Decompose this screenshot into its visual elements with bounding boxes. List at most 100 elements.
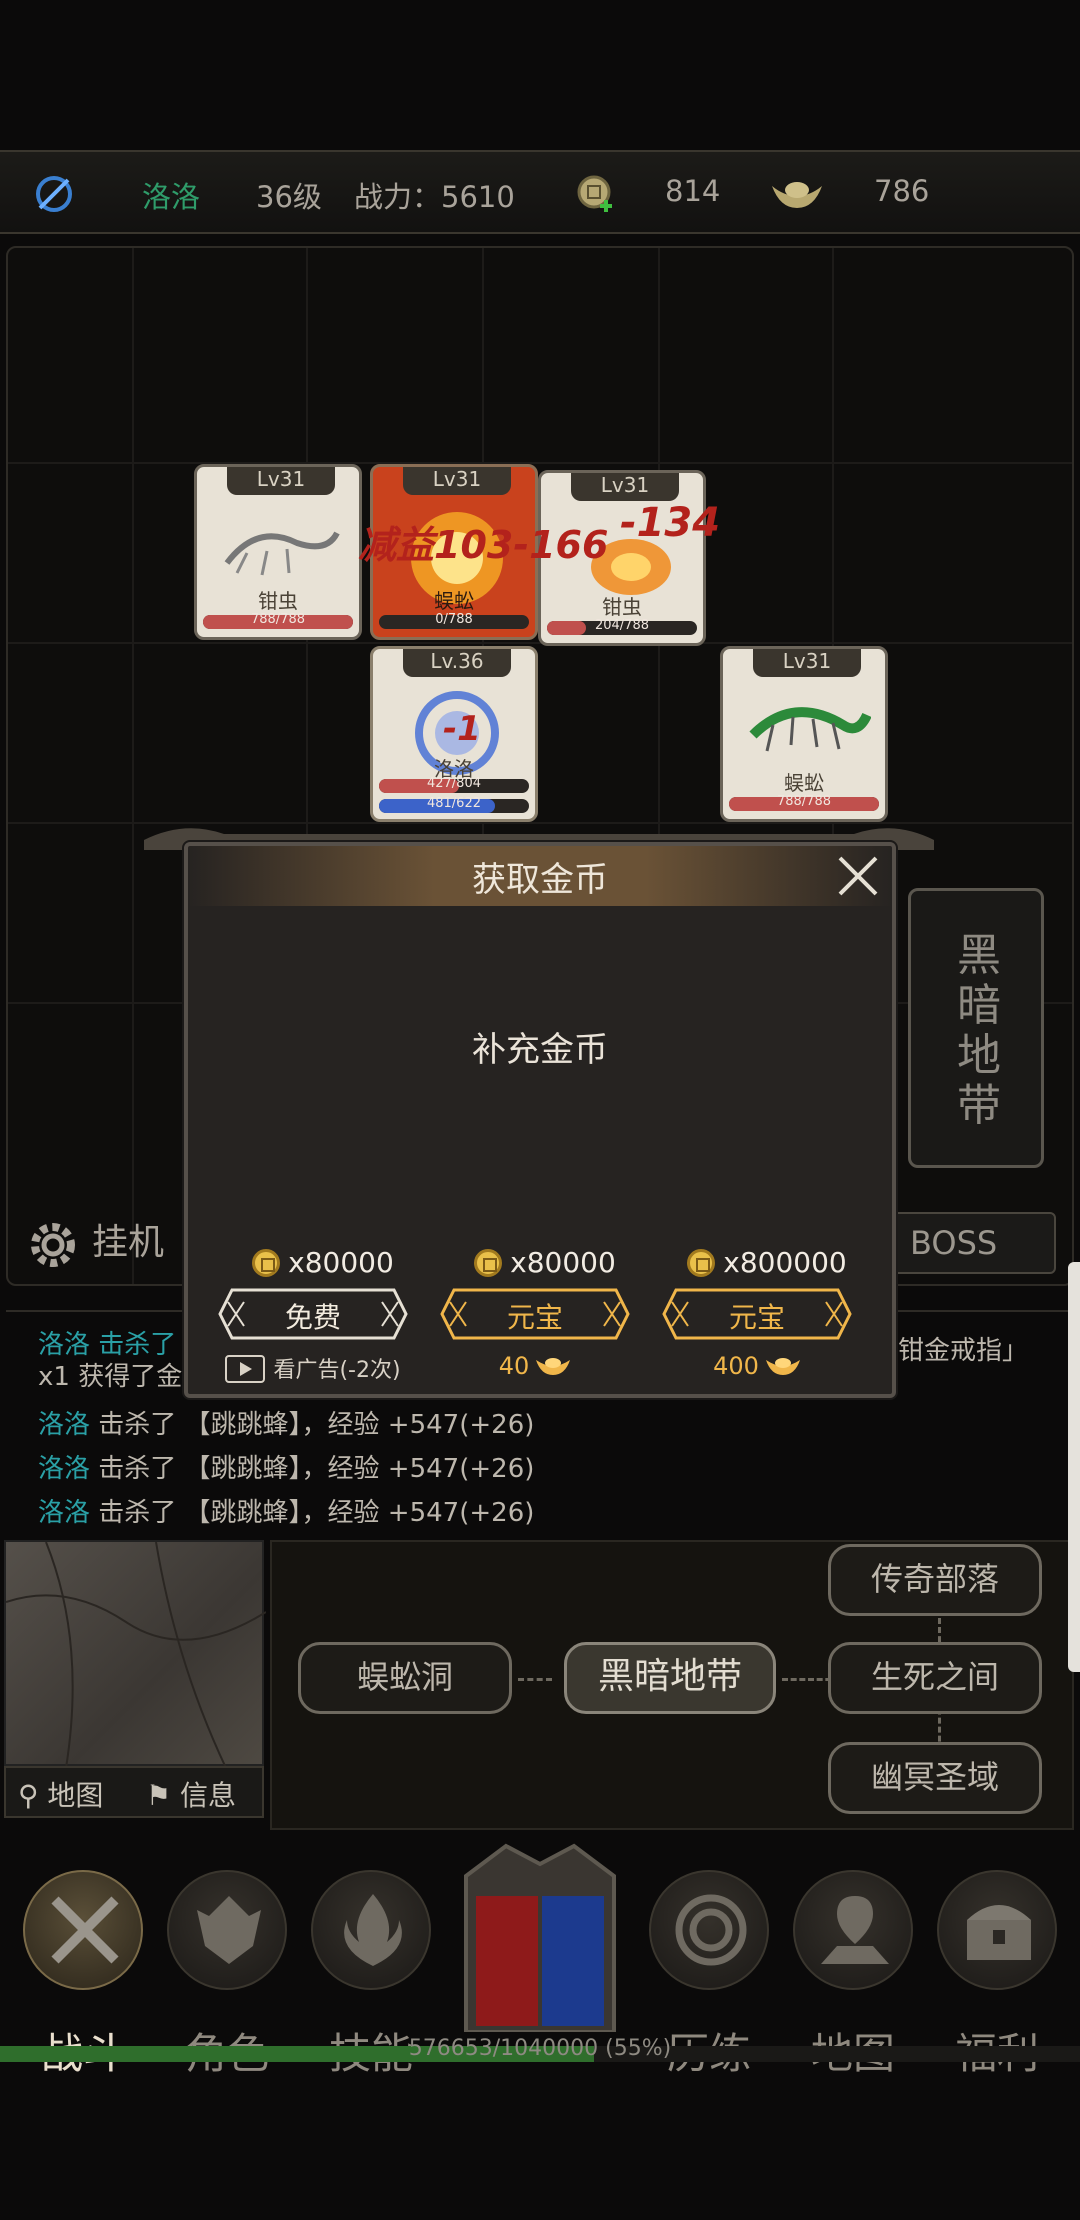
nav-icon-frame (167, 1870, 287, 1990)
top-status-bar: 洛洛 36级 战力：5610 814 786 (0, 150, 1080, 234)
grid-line (8, 462, 1072, 464)
player-card[interactable]: Lv.36 -1 洛洛 427/804 481/622 (370, 646, 538, 822)
video-play-icon (225, 1355, 266, 1383)
card-level: Lv.36 (403, 649, 511, 677)
ingot-purchase-button[interactable]: 元宝 (662, 1288, 852, 1340)
coin-icon (474, 1249, 503, 1277)
price-label: 40 (440, 1352, 630, 1380)
route-map: 蜈蚣洞 黑暗地带 传奇部落 生死之间 幽冥圣域 (270, 1540, 1074, 1830)
tab-info-label: 信息 (180, 1779, 237, 1812)
nav-icon-frame (311, 1870, 431, 1990)
route-node-right-mid[interactable]: 生死之间 (828, 1642, 1042, 1714)
guild-emblem-icon[interactable] (30, 170, 78, 218)
exp-text: 576653/1040000 (55%) (408, 2036, 672, 2061)
route-node-right-bottom[interactable]: 幽冥圣域 (828, 1742, 1042, 1814)
helmet-icon (197, 1896, 261, 1964)
log-text: 击杀了 【跳跳蜂】，经验 +547(+26) (90, 1498, 535, 1528)
gold-offer: x800000 元宝 400 (662, 1246, 872, 1386)
card-level: Lv31 (753, 649, 861, 677)
pincer-bug-icon (224, 531, 340, 576)
faction-emblem-icon[interactable] (446, 1836, 634, 2032)
close-icon[interactable] (836, 854, 880, 898)
log-actor: 洛洛 (38, 1410, 91, 1440)
boss-button[interactable]: BOSS (888, 1212, 1056, 1274)
floating-damage-text: -134 (620, 500, 721, 546)
hp-text: 204/788 (594, 618, 649, 633)
nav-icon-frame (649, 1870, 769, 1990)
area-name: 黑暗地带 (957, 930, 1001, 1131)
auto-battle-label: 挂机 (92, 1222, 165, 1263)
coin-add-icon[interactable] (576, 174, 616, 214)
auto-battle-button[interactable]: 挂机 (20, 1212, 200, 1274)
log-line: 洛洛 击杀了 【跳跳蜂】，经验 +547(+26) (38, 1404, 534, 1441)
offer-amount-value: x80000 (288, 1246, 394, 1279)
hp-text: 0/788 (435, 612, 473, 627)
hp-bar: 788/788 (729, 794, 879, 811)
player-name: 洛洛 (142, 180, 201, 214)
card-name: 钳虫 (258, 589, 298, 613)
route-node-right-top[interactable]: 传奇部落 (828, 1544, 1042, 1616)
tab-info[interactable]: ⚑ 信息 (146, 1774, 236, 1814)
hp-bar: 0/788 (379, 612, 529, 629)
map-pin-icon (821, 1896, 889, 1964)
side-drawer-handle[interactable] (1068, 1262, 1080, 1672)
card-name: 蜈蚣 (434, 589, 474, 613)
nav-icon-frame (793, 1870, 913, 1990)
free-ad-button[interactable]: 免费 (218, 1288, 408, 1340)
flame-icon (344, 1894, 402, 1966)
button-label: 免费 (284, 1301, 341, 1334)
floating-damage-text: -1 (443, 709, 481, 749)
ad-count-label: 看广告(-2次) (218, 1352, 408, 1384)
hp-bar: 788/788 (203, 612, 353, 629)
vortex-icon (675, 1894, 747, 1966)
button-label: 元宝 (728, 1301, 785, 1334)
log-text: 击杀了 【跳跳蜂】，经验 +547(+26) (90, 1454, 535, 1484)
coin-icon (687, 1249, 716, 1277)
crossed-swords-icon (51, 1896, 119, 1964)
hp-text: 788/788 (776, 794, 831, 809)
log-text: 击杀了 【跳跳蜂】，经验 +547(+26) (90, 1410, 535, 1440)
nav-item-training[interactable]: 历练 (644, 1870, 774, 2078)
minimap-terrain (5, 1541, 267, 1769)
hp-bar: 204/788 (547, 618, 697, 635)
nav-icon-frame (23, 1870, 143, 1990)
button-label: 元宝 (506, 1301, 563, 1334)
log-actor: 洛洛 (38, 1498, 91, 1528)
tab-map-label: 地图 (47, 1779, 104, 1812)
card-level: Lv31 (227, 467, 335, 495)
mp-text: 481/622 (426, 796, 481, 811)
player-level: 36级 (256, 180, 322, 214)
coin-icon (252, 1249, 281, 1277)
gold-offer: x80000 免费 看广告(-2次) (218, 1246, 428, 1386)
modal-message: 补充金币 (472, 1030, 608, 1070)
card-level: Lv31 (571, 473, 679, 501)
card-name: 蜈蚣 (784, 771, 824, 795)
offer-amount-value: x800000 (723, 1246, 847, 1279)
modal-header: 获取金币 (188, 846, 892, 906)
nav-item-welfare[interactable]: 福利 (932, 1870, 1062, 2078)
nav-item-skills[interactable]: 技能 (306, 1870, 436, 2078)
nav-item-character[interactable]: 角色 (162, 1870, 292, 2078)
nav-icon-frame (937, 1870, 1057, 1990)
ingot-count: 786 (874, 174, 930, 208)
gold-ingot-icon (536, 1358, 571, 1375)
ingot-purchase-button[interactable]: 元宝 (440, 1288, 630, 1340)
hp-text: 788/788 (250, 612, 305, 627)
tab-map[interactable]: ⚲ 地图 (18, 1774, 103, 1814)
route-node-current[interactable]: 黑暗地带 (564, 1642, 776, 1714)
map-tabs: ⚲ 地图 ⚑ 信息 (4, 1766, 264, 1818)
nav-item-map[interactable]: 地图 (788, 1870, 918, 2078)
offer-amount-value: x80000 (510, 1246, 616, 1279)
price-value: 400 (713, 1352, 759, 1380)
boss-label: BOSS (910, 1224, 998, 1262)
area-scroll-banner: 黑暗地带 (908, 888, 1044, 1168)
bottom-nav: 战斗 角色 技能 历练 (0, 1840, 1080, 2078)
enemy-card[interactable]: Lv31 钳虫 788/788 (194, 464, 362, 640)
route-node-left[interactable]: 蜈蚣洞 (298, 1642, 512, 1714)
minimap[interactable] (4, 1540, 267, 1769)
card-name: 钳虫 (602, 595, 642, 619)
enemy-card[interactable]: Lv31 蜈蚣 788/788 (720, 646, 888, 822)
combat-power: 战力：5610 (354, 180, 515, 214)
log-line: 洛洛 击杀了 【跳跳蜂】，经验 +547(+26) (38, 1448, 534, 1485)
nav-item-battle[interactable]: 战斗 (18, 1870, 148, 2078)
